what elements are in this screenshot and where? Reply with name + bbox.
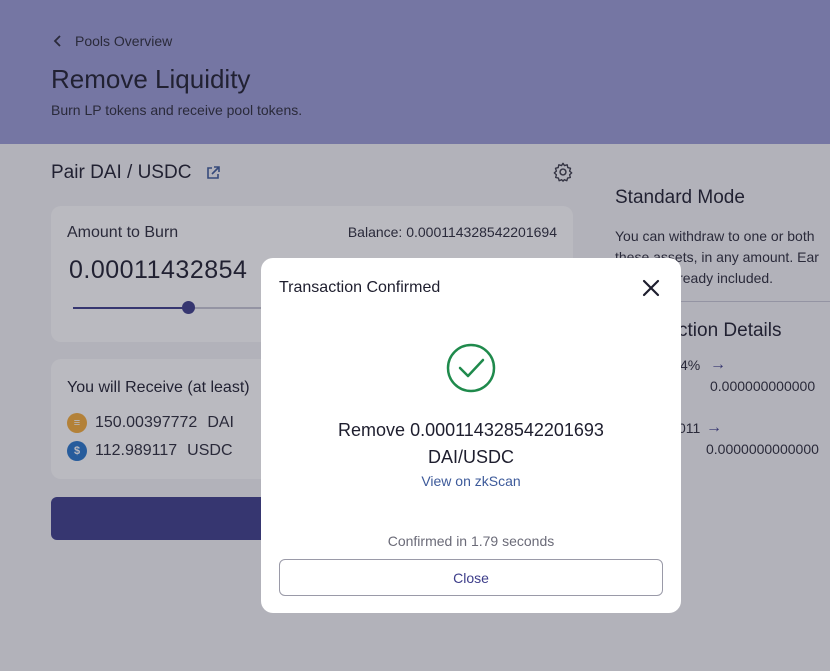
modal-message: Remove 0.000114328542201693 DAI/USDC bbox=[261, 417, 681, 471]
check-circle-icon bbox=[446, 343, 496, 393]
modal-title: Transaction Confirmed bbox=[279, 279, 441, 296]
transaction-modal: Transaction Confirmed Remove 0.000114328… bbox=[261, 258, 681, 613]
modal-message-line: DAI/USDC bbox=[427, 447, 514, 467]
confirmation-time: Confirmed in 1.79 seconds bbox=[387, 533, 555, 549]
close-button[interactable]: Close bbox=[279, 559, 663, 596]
close-icon[interactable] bbox=[639, 276, 663, 300]
modal-message-line: Remove 0.000114328542201693 bbox=[338, 420, 604, 440]
zkscan-link[interactable]: View on zkScan bbox=[261, 473, 681, 489]
